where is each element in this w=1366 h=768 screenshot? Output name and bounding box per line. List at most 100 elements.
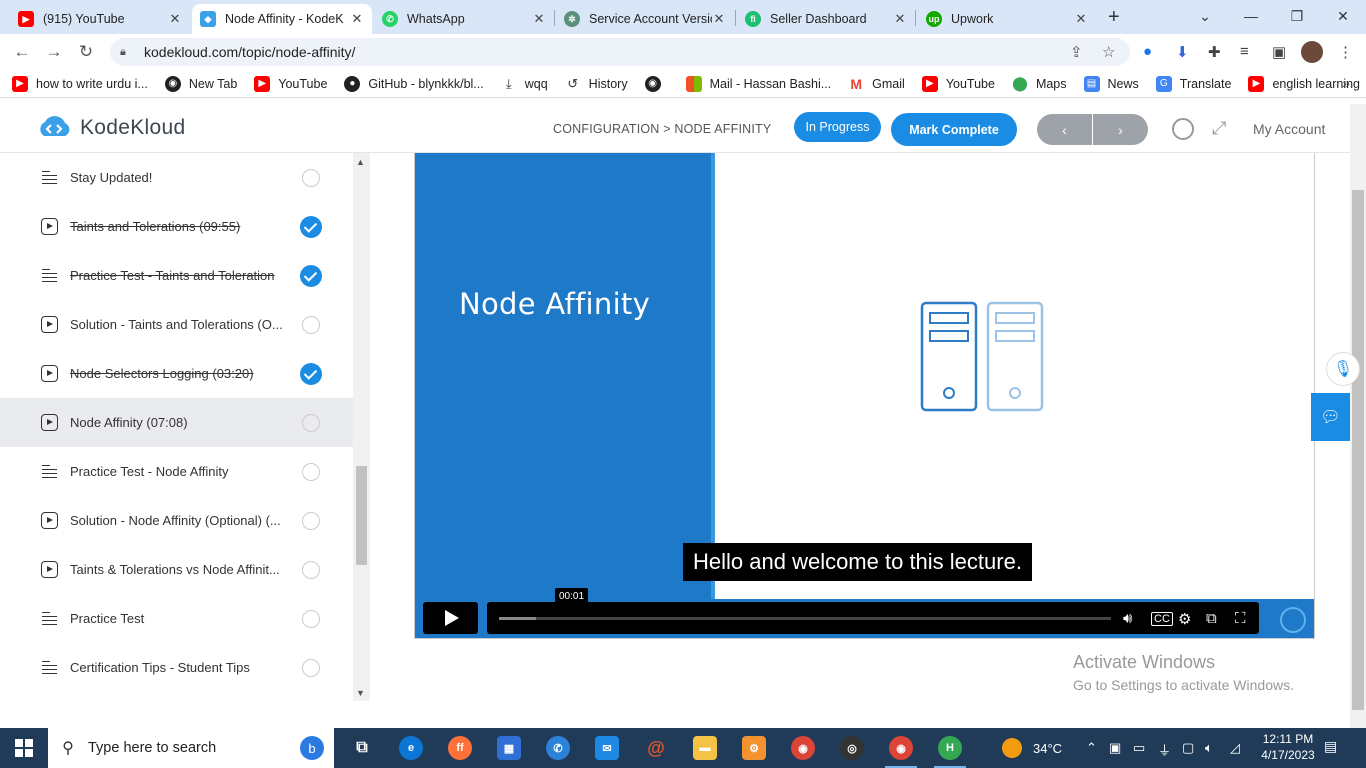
incomplete-circle-icon[interactable] [302, 511, 320, 530]
bookmark-item[interactable]: ▶ how to write urdu i... [12, 75, 148, 92]
settings-gear-icon[interactable]: ⚙ [1178, 610, 1191, 628]
tab-upwork[interactable]: up Upwork ✕ [918, 4, 1096, 34]
bookmark-item[interactable]: ▶ YouTube [254, 75, 327, 92]
battery-icon[interactable]: ▢ [1182, 740, 1194, 756]
minimize-icon[interactable]: — [1228, 8, 1274, 24]
speaker-icon[interactable]: 🔈︎ [1205, 740, 1213, 756]
sidebar-scrollbar-thumb[interactable] [356, 466, 367, 565]
tab-seller-dashboard[interactable]: fi Seller Dashboard ✕ [737, 4, 915, 34]
incomplete-circle-icon[interactable] [302, 413, 320, 432]
lesson-item[interactable]: Node Affinity (07:08) [0, 398, 353, 447]
settings-app-icon[interactable]: ⚙ [742, 736, 766, 760]
bookmark-item[interactable]: ◉ [644, 75, 669, 92]
bookmark-item[interactable]: ⤓ wqq [501, 76, 548, 92]
wifi-icon[interactable]: ◿ [1230, 740, 1240, 756]
extensions-puzzle-icon[interactable]: ✚ [1208, 43, 1221, 61]
bookmark-item[interactable]: ● GitHub - blynkkk/bl... [344, 75, 484, 92]
page-scrollbar-thumb[interactable] [1352, 190, 1364, 710]
incomplete-circle-icon[interactable] [302, 315, 320, 334]
scroll-down-icon[interactable]: ▼ [356, 688, 365, 698]
next-lesson-button[interactable]: › [1093, 114, 1148, 145]
restore-icon[interactable]: ❐ [1274, 8, 1320, 25]
incomplete-circle-icon[interactable] [302, 462, 320, 481]
media-control-icon[interactable]: ≡ [1240, 43, 1249, 60]
microsoft-store-icon[interactable]: ▦ [497, 736, 521, 760]
voice-mic-icon[interactable]: 🎙︎ [1326, 352, 1360, 386]
closed-captions-icon[interactable]: CC [1151, 612, 1173, 626]
notifications-icon[interactable]: ▤ [1324, 738, 1337, 755]
logo[interactable]: KodeKloud [34, 114, 185, 142]
lesson-item[interactable]: Practice Test - Node Affinity [0, 447, 353, 496]
fullscreen-icon[interactable]: ⛶ [1235, 610, 1246, 627]
expand-icon[interactable]: ⤢ [1212, 118, 1226, 139]
menu-dots-icon[interactable]: ⋮ [1338, 43, 1353, 61]
weather-widget[interactable]: 34°C [1002, 738, 1062, 758]
forward-icon[interactable]: → [38, 42, 70, 62]
download-extension-icon[interactable]: ⬇ [1176, 43, 1189, 61]
windows-start-icon[interactable] [0, 728, 48, 768]
back-icon[interactable]: ← [6, 42, 38, 62]
chrome-profile-h-icon[interactable]: H [934, 736, 966, 768]
mail-icon[interactable]: ✉ [595, 736, 619, 760]
tab-search-icon[interactable]: ⌄ [1182, 8, 1228, 25]
address-bar[interactable]: 🔒︎ kodekloud.com/topic/node-affinity/ ⇪ … [110, 38, 1130, 66]
reload-icon[interactable]: ↻ [70, 42, 102, 62]
sidebar-scrollbar[interactable] [353, 153, 370, 701]
lesson-item[interactable]: Taints and Tolerations (09:55) [0, 202, 353, 251]
bookmark-item[interactable]: ▤ News [1083, 75, 1139, 92]
volume-icon[interactable]: 🔊︎ [1123, 610, 1132, 627]
tab-whatsapp[interactable]: ✆ WhatsApp ✕ [374, 4, 554, 34]
completed-check-icon[interactable] [300, 264, 322, 287]
close-tab-icon[interactable]: ✕ [1074, 11, 1088, 27]
obs-icon[interactable]: ◎ [840, 736, 864, 760]
lesson-item[interactable]: Stay Updated! [0, 153, 353, 202]
lesson-item[interactable]: Taints & Tolerations vs Node Affinit... [0, 545, 353, 594]
video-player[interactable]: Node Affinity Hello and welcome to this … [414, 153, 1315, 639]
tab-node-affinity[interactable]: ◆ Node Affinity - KodeK ✕ [192, 4, 372, 34]
lesson-item[interactable]: Node Selectors Logging (03:20) [0, 349, 353, 398]
close-window-icon[interactable]: ✕ [1320, 8, 1366, 25]
incomplete-circle-icon[interactable] [302, 168, 320, 187]
bing-icon[interactable]: b [300, 736, 324, 760]
bookmark-item[interactable]: ⬤ Maps [1012, 75, 1066, 92]
task-view-icon[interactable]: ⧉ [350, 736, 374, 760]
scroll-up-icon[interactable]: ▲ [356, 157, 365, 167]
new-tab-button[interactable]: + [1108, 6, 1120, 29]
incomplete-circle-icon[interactable] [302, 658, 320, 677]
share-icon[interactable]: ⇪ [1070, 43, 1083, 61]
picture-in-picture-icon[interactable]: ⧉ [1206, 610, 1217, 627]
tab-youtube[interactable]: ▶ (915) YouTube ✕ [10, 4, 190, 34]
bookmark-item[interactable]: ▶ YouTube [921, 75, 995, 92]
chrome-icon[interactable]: ◉ [791, 736, 815, 760]
close-tab-icon[interactable]: ✕ [712, 11, 726, 27]
incomplete-circle-icon[interactable] [302, 609, 320, 628]
tab-service-account[interactable]: ✲ Service Account Versio ✕ [556, 4, 734, 34]
mic-extension-icon[interactable]: ● [1143, 43, 1152, 60]
more-bookmarks-icon[interactable]: » [1342, 75, 1350, 91]
chrome-profile-icon[interactable]: ◉ [885, 736, 917, 768]
firefox-icon[interactable]: ff [448, 736, 472, 760]
mark-complete-button[interactable]: Mark Complete [891, 113, 1017, 146]
usb-icon[interactable]: ⏚ [1158, 740, 1171, 759]
chat-icon[interactable]: 💬︎ [1311, 393, 1350, 441]
my-account-link[interactable]: My Account [1253, 121, 1325, 137]
url-text[interactable]: kodekloud.com/topic/node-affinity/ [144, 44, 355, 60]
completed-check-icon[interactable] [300, 362, 322, 385]
edge-icon[interactable]: e [399, 736, 423, 760]
close-tab-icon[interactable]: ✕ [350, 11, 364, 27]
lesson-item[interactable]: Practice Test - Taints and Toleration [0, 251, 353, 300]
profile-avatar[interactable] [1301, 41, 1323, 63]
completed-check-icon[interactable] [300, 215, 322, 238]
lesson-item[interactable]: Certification Tips - Student Tips [0, 643, 353, 692]
taskbar-search-box[interactable]: ⚲ Type here to search b [48, 728, 334, 768]
file-explorer-icon[interactable]: ▬ [693, 736, 717, 760]
phone-app-icon[interactable]: ✆ [546, 736, 570, 760]
bookmark-item[interactable]: ◉ New Tab [164, 75, 237, 92]
bookmark-item[interactable]: G Translate [1155, 75, 1231, 92]
system-clock[interactable]: 12:11 PM 4/17/2023 [1257, 731, 1319, 763]
lesson-item[interactable]: Solution - Taints and Tolerations (O... [0, 300, 353, 349]
seek-bar[interactable] [499, 617, 1111, 620]
lesson-item[interactable]: Practice Test [0, 594, 353, 643]
status-badge[interactable]: In Progress [794, 112, 881, 142]
bookmark-item[interactable]: Mail - Hassan Bashi... [685, 75, 831, 92]
